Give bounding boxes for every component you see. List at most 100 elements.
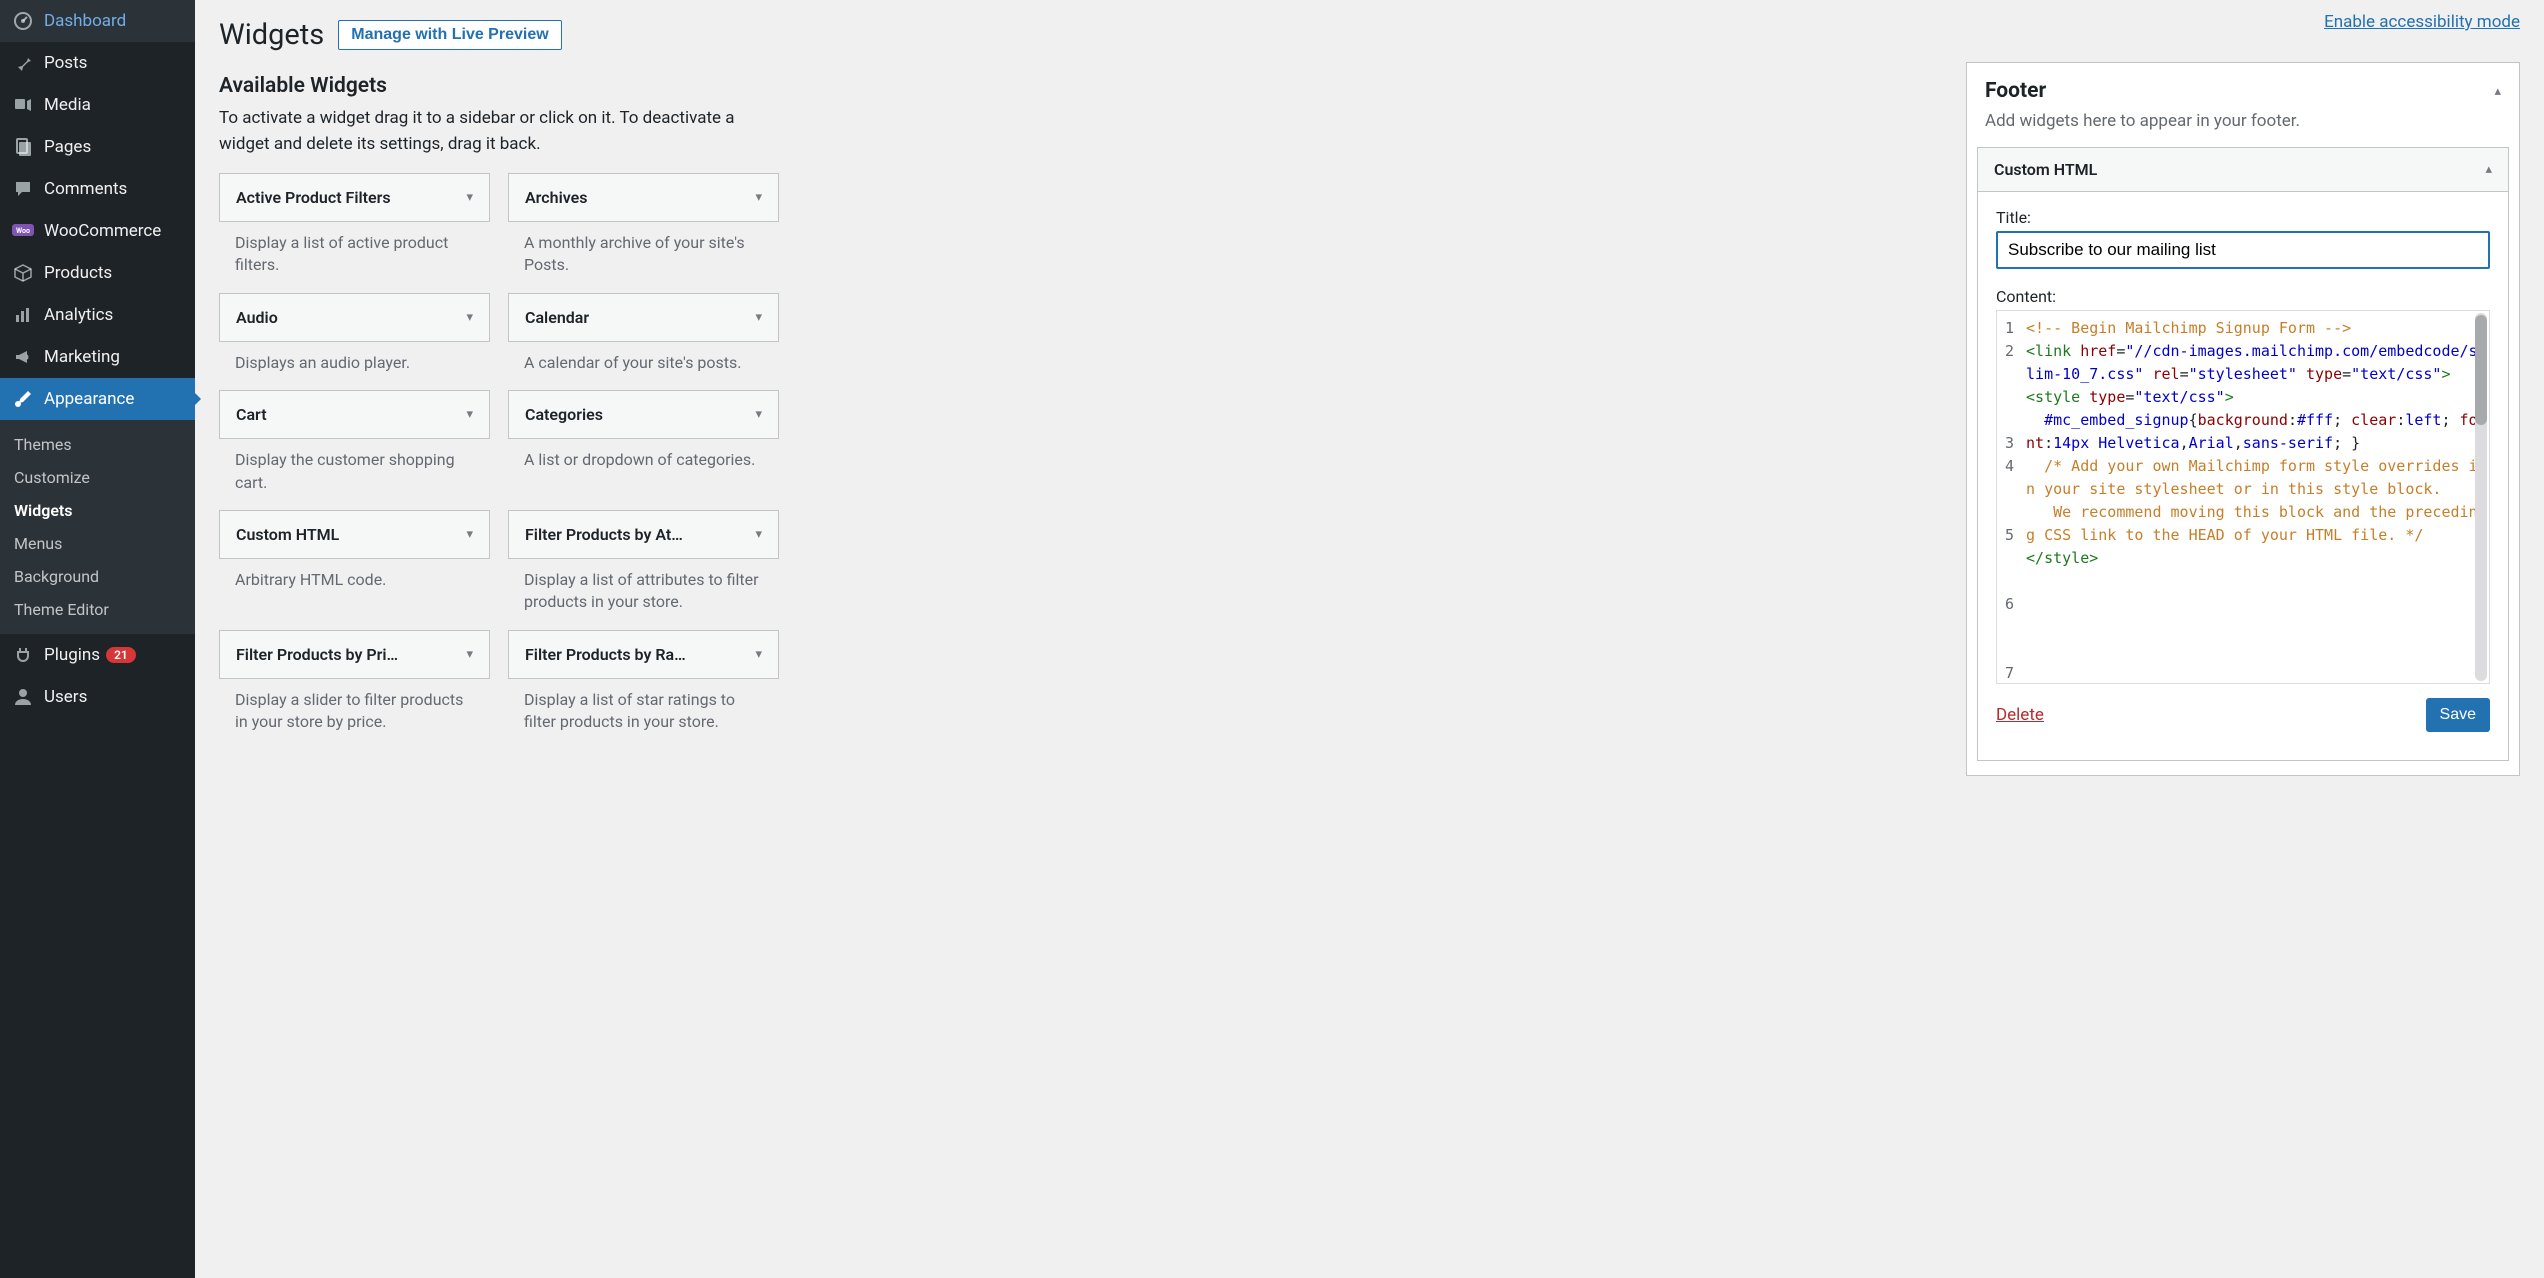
megaphone-icon xyxy=(12,346,34,368)
widget-title: Active Product Filters xyxy=(236,188,391,207)
page-header: Widgets Manage with Live Preview xyxy=(219,0,2520,62)
svg-text:Woo: Woo xyxy=(16,227,30,235)
nav-label: Pages xyxy=(44,137,91,157)
widget-title: Filter Products by Ra… xyxy=(525,645,686,664)
footer-panel-desc: Add widgets here to appear in your foote… xyxy=(1967,111,2519,147)
nav-label: Comments xyxy=(44,179,127,199)
widget-title-input[interactable] xyxy=(1996,231,2490,269)
nav-appearance[interactable]: Appearance xyxy=(0,378,195,420)
widget-active-product-filters[interactable]: Active Product Filters ▾ xyxy=(219,173,490,222)
media-icon xyxy=(12,94,34,116)
plug-icon xyxy=(12,644,34,666)
nav-comments[interactable]: Comments xyxy=(0,168,195,210)
widget-title: Filter Products by Pri… xyxy=(236,645,398,664)
nav-products[interactable]: Products xyxy=(0,252,195,294)
brush-icon xyxy=(12,388,34,410)
chevron-down-icon: ▾ xyxy=(755,310,762,325)
nav-users[interactable]: Users xyxy=(0,676,195,718)
widget-title: Filter Products by At… xyxy=(525,525,683,544)
chevron-down-icon: ▾ xyxy=(466,190,473,205)
widget-desc: Display a list of active product filters… xyxy=(219,222,490,281)
widget-filter-by-attribute[interactable]: Filter Products by At… ▾ xyxy=(508,510,779,559)
nav-label: Media xyxy=(44,95,91,115)
available-widgets-desc: To activate a widget drag it to a sideba… xyxy=(219,106,779,157)
nav-label: Analytics xyxy=(44,305,113,325)
appearance-submenu: Themes Customize Widgets Menus Backgroun… xyxy=(0,420,195,634)
widget-calendar[interactable]: Calendar ▾ xyxy=(508,293,779,342)
widget-area-column: Footer ▴ Add widgets here to appear in y… xyxy=(1966,62,2520,776)
nav-label: WooCommerce xyxy=(44,221,161,241)
scrollbar-thumb[interactable] xyxy=(2475,315,2487,425)
nav-media[interactable]: Media xyxy=(0,84,195,126)
nav-dashboard[interactable]: Dashboard xyxy=(0,0,195,42)
chevron-down-icon: ▾ xyxy=(755,190,762,205)
chevron-down-icon: ▾ xyxy=(466,310,473,325)
widget-title: Cart xyxy=(236,405,267,424)
chevron-down-icon: ▾ xyxy=(755,647,762,662)
widget-audio[interactable]: Audio ▾ xyxy=(219,293,490,342)
widget-title: Audio xyxy=(236,308,278,327)
accessibility-mode-link[interactable]: Enable accessibility mode xyxy=(2324,12,2520,32)
widget-archives[interactable]: Archives ▾ xyxy=(508,173,779,222)
subnav-widgets[interactable]: Widgets xyxy=(0,494,195,527)
widget-desc: Display the customer shopping cart. xyxy=(219,439,490,498)
nav-label: Users xyxy=(44,687,87,707)
nav-posts[interactable]: Posts xyxy=(0,42,195,84)
widget-desc: A monthly archive of your site's Posts. xyxy=(508,222,779,281)
nav-label: Appearance xyxy=(44,389,134,409)
widget-title: Archives xyxy=(525,188,587,207)
manage-live-preview-button[interactable]: Manage with Live Preview xyxy=(338,20,561,50)
pages-icon xyxy=(12,136,34,158)
user-icon xyxy=(12,686,34,708)
widget-title: Custom HTML xyxy=(236,525,339,544)
nav-analytics[interactable]: Analytics xyxy=(0,294,195,336)
widget-categories[interactable]: Categories ▾ xyxy=(508,390,779,439)
widget-filter-by-price[interactable]: Filter Products by Pri… ▾ xyxy=(219,630,490,679)
subnav-background[interactable]: Background xyxy=(0,560,195,593)
line-gutter: 1234567 xyxy=(1997,311,2022,684)
nav-marketing[interactable]: Marketing xyxy=(0,336,195,378)
nav-plugins[interactable]: Plugins 21 xyxy=(0,634,195,676)
subnav-theme-editor[interactable]: Theme Editor xyxy=(0,593,195,626)
available-widgets-column: Available Widgets To activate a widget d… xyxy=(219,62,779,776)
subnav-menus[interactable]: Menus xyxy=(0,527,195,560)
save-widget-button[interactable]: Save xyxy=(2426,698,2490,732)
widget-desc: Arbitrary HTML code. xyxy=(219,559,490,595)
widget-filter-by-rating[interactable]: Filter Products by Ra… ▾ xyxy=(508,630,779,679)
nav-label: Dashboard xyxy=(44,11,126,31)
nav-label: Marketing xyxy=(44,347,120,367)
chevron-down-icon: ▾ xyxy=(755,407,762,422)
widget-desc: Display a list of attributes to filter p… xyxy=(508,559,779,618)
admin-sidebar: Dashboard Posts Media Pages Comments Woo… xyxy=(0,0,195,1278)
widget-desc: A list or dropdown of categories. xyxy=(508,439,779,475)
scrollbar[interactable] xyxy=(2475,313,2487,681)
widget-desc: A calendar of your site's posts. xyxy=(508,342,779,378)
nav-label: Products xyxy=(44,263,112,283)
widget-cart[interactable]: Cart ▾ xyxy=(219,390,490,439)
subnav-customize[interactable]: Customize xyxy=(0,461,195,494)
available-widgets-title: Available Widgets xyxy=(219,74,779,98)
chevron-down-icon: ▾ xyxy=(466,647,473,662)
footer-widget-area-panel: Footer ▴ Add widgets here to appear in y… xyxy=(1966,62,2520,776)
chevron-up-icon: ▴ xyxy=(2485,162,2492,177)
box-icon xyxy=(12,262,34,284)
subnav-themes[interactable]: Themes xyxy=(0,428,195,461)
gauge-icon xyxy=(12,10,34,32)
widget-custom-html[interactable]: Custom HTML ▾ xyxy=(219,510,490,559)
code-content[interactable]: <!-- Begin Mailchimp Signup Form --> <li… xyxy=(2022,311,2489,684)
html-content-editor[interactable]: 1234567 <!-- Begin Mailchimp Signup Form… xyxy=(1996,310,2490,684)
widget-desc: Display a list of star ratings to filter… xyxy=(508,679,779,738)
chevron-down-icon: ▾ xyxy=(466,407,473,422)
nav-woocommerce[interactable]: Woo WooCommerce xyxy=(0,210,195,252)
footer-panel-header[interactable]: Footer ▴ xyxy=(1967,63,2519,111)
chevron-up-icon: ▴ xyxy=(2494,84,2501,99)
widget-instance-header[interactable]: Custom HTML ▴ xyxy=(1978,148,2508,192)
comment-icon xyxy=(12,178,34,200)
delete-widget-link[interactable]: Delete xyxy=(1996,705,2044,725)
chevron-down-icon: ▾ xyxy=(755,527,762,542)
chart-icon xyxy=(12,304,34,326)
page-title: Widgets xyxy=(219,18,324,52)
nav-pages[interactable]: Pages xyxy=(0,126,195,168)
footer-panel-title: Footer xyxy=(1985,79,2046,103)
widget-title: Categories xyxy=(525,405,603,424)
